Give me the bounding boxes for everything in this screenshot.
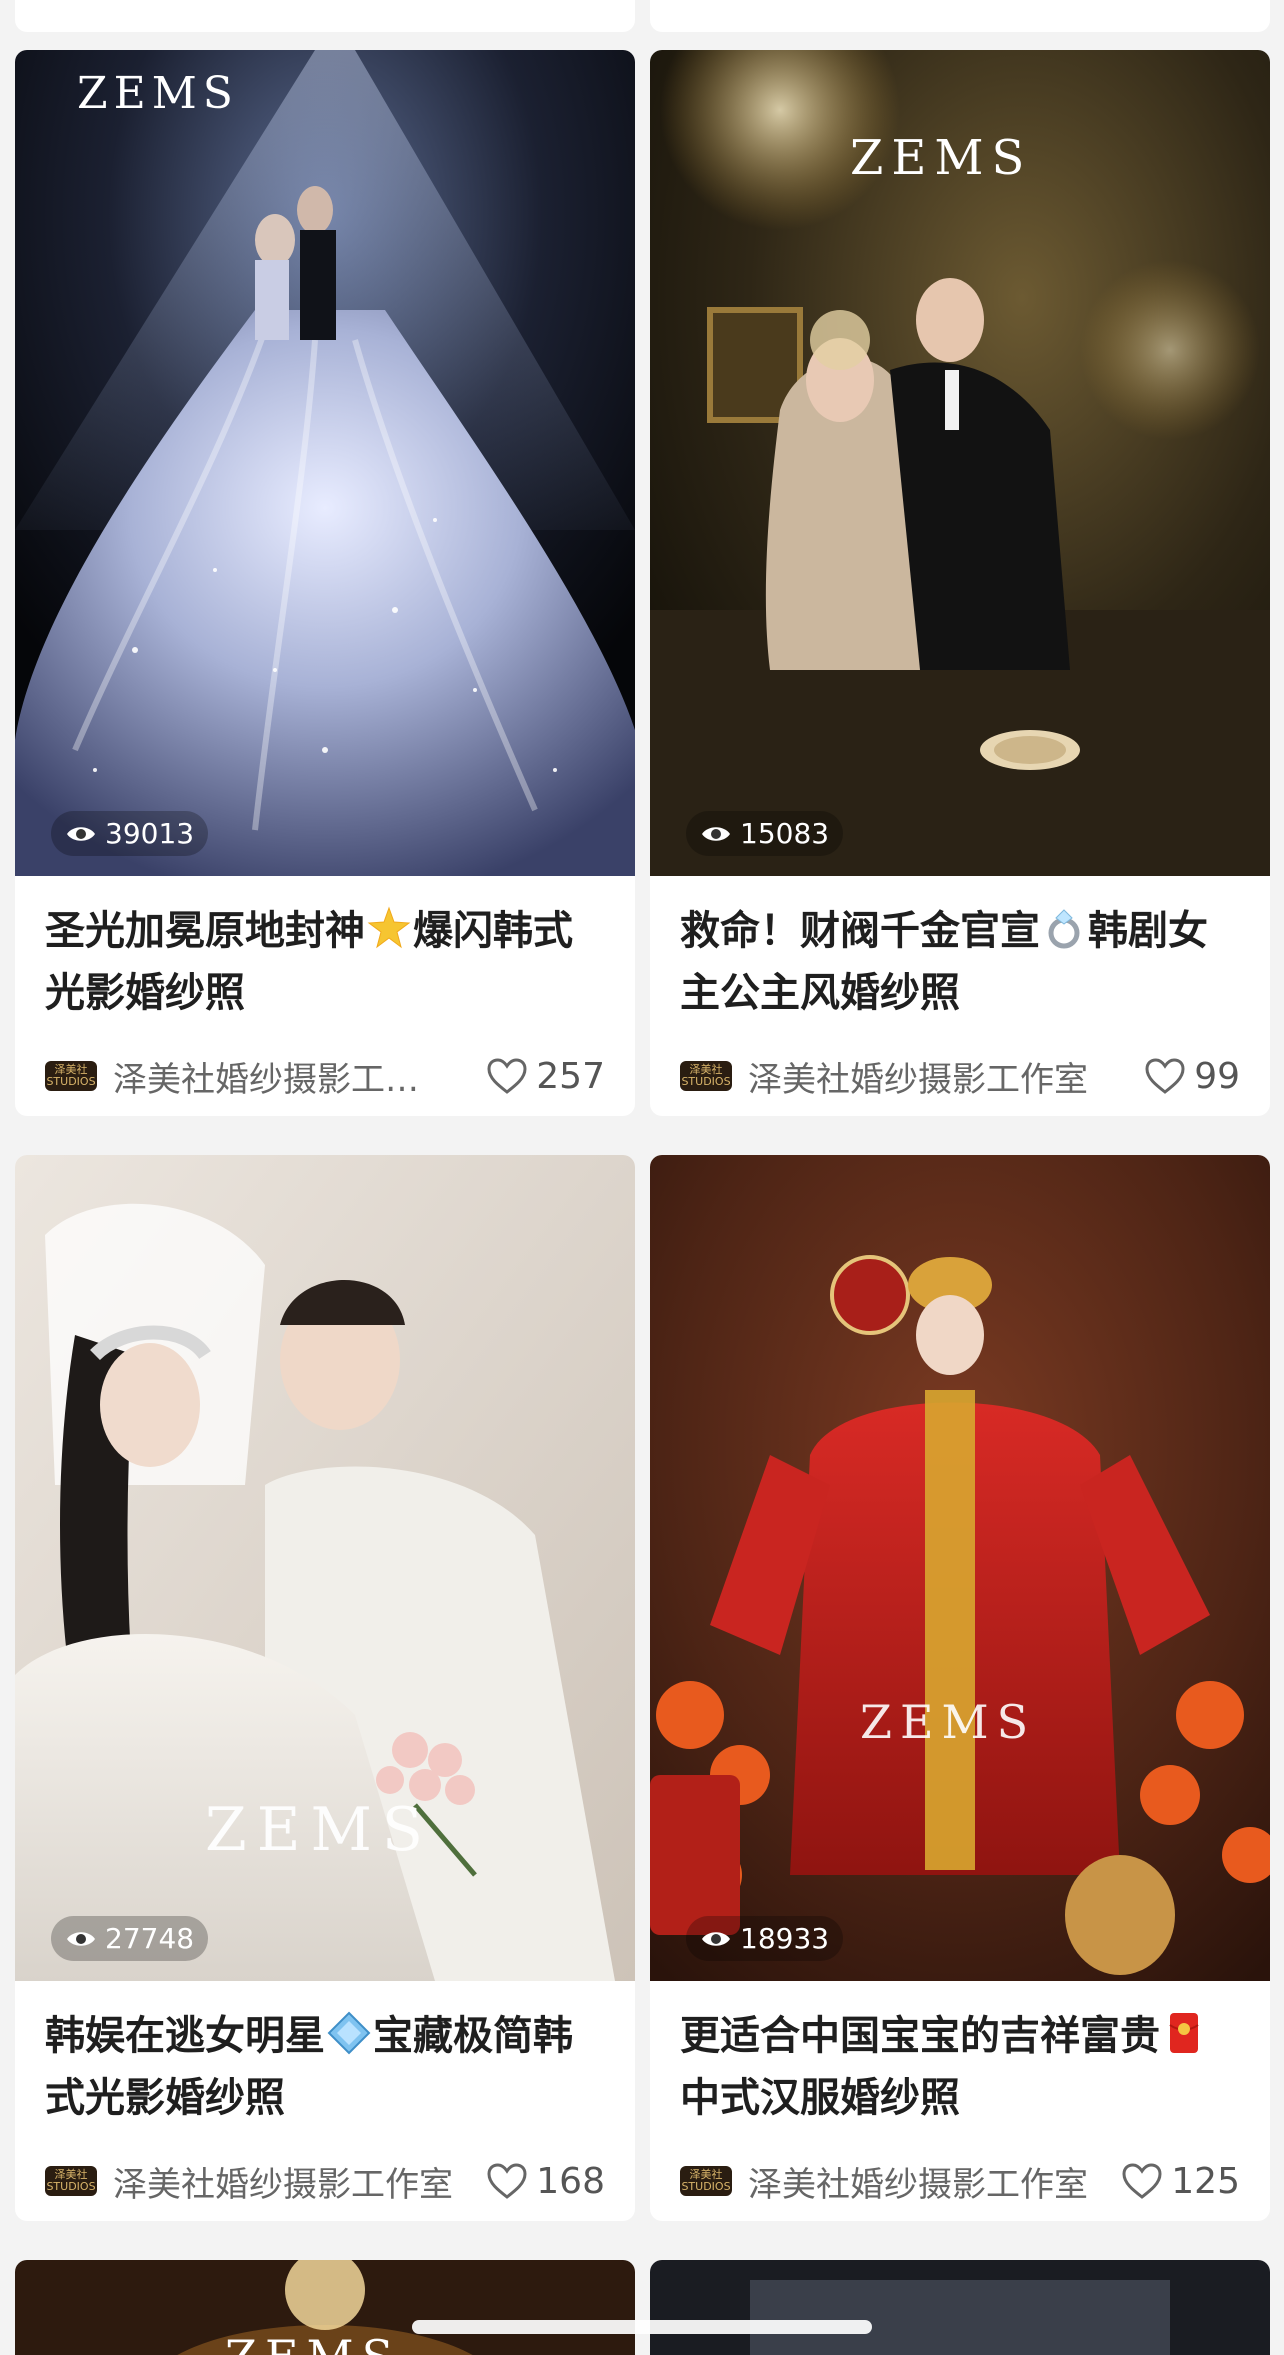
eye-icon xyxy=(67,1931,95,1946)
author-name[interactable]: 泽美社婚纱摄影工… xyxy=(113,1052,470,1101)
heart-icon xyxy=(487,2163,527,2199)
card-image[interactable]: ZEMS 27748 xyxy=(15,1155,635,1981)
studio-watermark: ZEMS xyxy=(205,1795,434,1865)
view-count-value: 27748 xyxy=(105,1922,195,1955)
studio-watermark: ZEMS xyxy=(860,1695,1037,1749)
card-title[interactable]: 韩娱在逃女明星 宝藏极简韩式光影婚纱照 xyxy=(45,2005,605,2129)
view-count-value: 18933 xyxy=(740,1922,830,1955)
card-title[interactable]: 救命！财阀千金官宣 韩剧女主公主风婚纱照 xyxy=(680,900,1240,1024)
ring-icon xyxy=(1048,909,1080,949)
like-button[interactable]: 168 xyxy=(486,2161,605,2202)
like-count: 257 xyxy=(536,1055,605,1097)
studio-watermark: ZEMS xyxy=(850,130,1033,186)
title-text: 中式汉服婚纱照 xyxy=(680,2075,960,2121)
like-button[interactable]: 99 xyxy=(1144,1056,1240,1097)
eye-icon xyxy=(67,826,95,841)
diamond-icon xyxy=(327,2011,371,2055)
author-avatar[interactable]: 泽美社 STUDIOS xyxy=(45,1061,97,1091)
studio-watermark: ZEMS xyxy=(225,2330,401,2355)
like-button[interactable]: 125 xyxy=(1121,2161,1240,2202)
like-count: 168 xyxy=(536,2160,605,2202)
title-text: 圣光加冕原地封神 xyxy=(45,908,365,954)
home-indicator[interactable] xyxy=(412,2320,872,2334)
red-envelope-icon xyxy=(1169,2013,1199,2053)
like-button[interactable]: 257 xyxy=(486,1056,605,1097)
author-avatar[interactable]: 泽美社 STUDIOS xyxy=(45,2166,97,2196)
author-name[interactable]: 泽美社婚纱摄影工作室 xyxy=(748,1052,1128,1101)
view-count-value: 39013 xyxy=(105,817,195,850)
card-title[interactable]: 圣光加冕原地封神 爆闪韩式光影婚纱照 xyxy=(45,900,605,1024)
wedding-photo-chinese-traditional xyxy=(650,1155,1270,1981)
like-count: 125 xyxy=(1171,2160,1240,2202)
studio-watermark: ZEMS xyxy=(77,68,239,119)
card-meta: 泽美社 STUDIOS 泽美社婚纱摄影工… 257 xyxy=(45,1036,605,1116)
previous-card-right[interactable] xyxy=(650,0,1270,32)
card-image[interactable]: ZEMS 18933 xyxy=(650,1155,1270,1981)
author-avatar[interactable]: 泽美社 STUDIOS xyxy=(680,2166,732,2196)
previous-card-left[interactable] xyxy=(15,0,635,32)
feed-card[interactable]: ZEMS 15083 救命！财阀千金官宣 韩剧女主公主风婚纱照 泽美社 STUDI… xyxy=(650,50,1270,1116)
card-title[interactable]: 更适合中国宝宝的吉祥富贵中式汉服婚纱照 xyxy=(680,2005,1240,2129)
like-count: 99 xyxy=(1194,1055,1240,1097)
author-name[interactable]: 泽美社婚纱摄影工作室 xyxy=(113,2157,470,2206)
title-text: 韩娱在逃女明星 xyxy=(45,2013,325,2059)
eye-icon xyxy=(702,826,730,841)
heart-icon xyxy=(487,1058,527,1094)
heart-icon xyxy=(1122,2163,1162,2199)
next-card-left[interactable]: ZEMS xyxy=(15,2260,635,2355)
view-count: 39013 xyxy=(51,811,209,856)
view-count: 15083 xyxy=(686,811,844,856)
view-count-value: 15083 xyxy=(740,817,830,850)
title-text: 更适合中国宝宝的吉祥富贵 xyxy=(680,2013,1160,2059)
heart-icon xyxy=(1145,1058,1185,1094)
card-meta: 泽美社 STUDIOS 泽美社婚纱摄影工作室 168 xyxy=(45,2141,605,2221)
feed-card[interactable]: ZEMS 39013 圣光加冕原地封神 爆闪韩式光影婚纱照 泽美社 STUDIOS… xyxy=(15,50,635,1116)
star-icon xyxy=(367,906,411,949)
card-image[interactable]: ZEMS 15083 xyxy=(650,50,1270,876)
card-image[interactable]: ZEMS 39013 xyxy=(15,50,635,876)
card-meta: 泽美社 STUDIOS 泽美社婚纱摄影工作室 125 xyxy=(680,2141,1240,2221)
author-name[interactable]: 泽美社婚纱摄影工作室 xyxy=(748,2157,1105,2206)
card-meta: 泽美社 STUDIOS 泽美社婚纱摄影工作室 99 xyxy=(680,1036,1240,1116)
feed-card[interactable]: ZEMS 18933 更适合中国宝宝的吉祥富贵中式汉服婚纱照 泽美社 STUDI… xyxy=(650,1155,1270,2221)
view-count: 27748 xyxy=(51,1916,209,1961)
next-card-right[interactable] xyxy=(650,2260,1270,2355)
feed-page: ZEMS 39013 圣光加冕原地封神 爆闪韩式光影婚纱照 泽美社 STUDIOS… xyxy=(0,0,1284,2355)
next-card-right-image xyxy=(650,2260,1270,2355)
title-text: 救命！财阀千金官宣 xyxy=(680,908,1040,954)
wedding-photo-galaxy-gown xyxy=(15,50,635,876)
author-avatar[interactable]: 泽美社 STUDIOS xyxy=(680,1061,732,1091)
eye-icon xyxy=(702,1931,730,1946)
view-count: 18933 xyxy=(686,1916,844,1961)
feed-card[interactable]: ZEMS 27748 韩娱在逃女明星 宝藏极简韩式光影婚纱照 泽美社 STUDIO… xyxy=(15,1155,635,2221)
